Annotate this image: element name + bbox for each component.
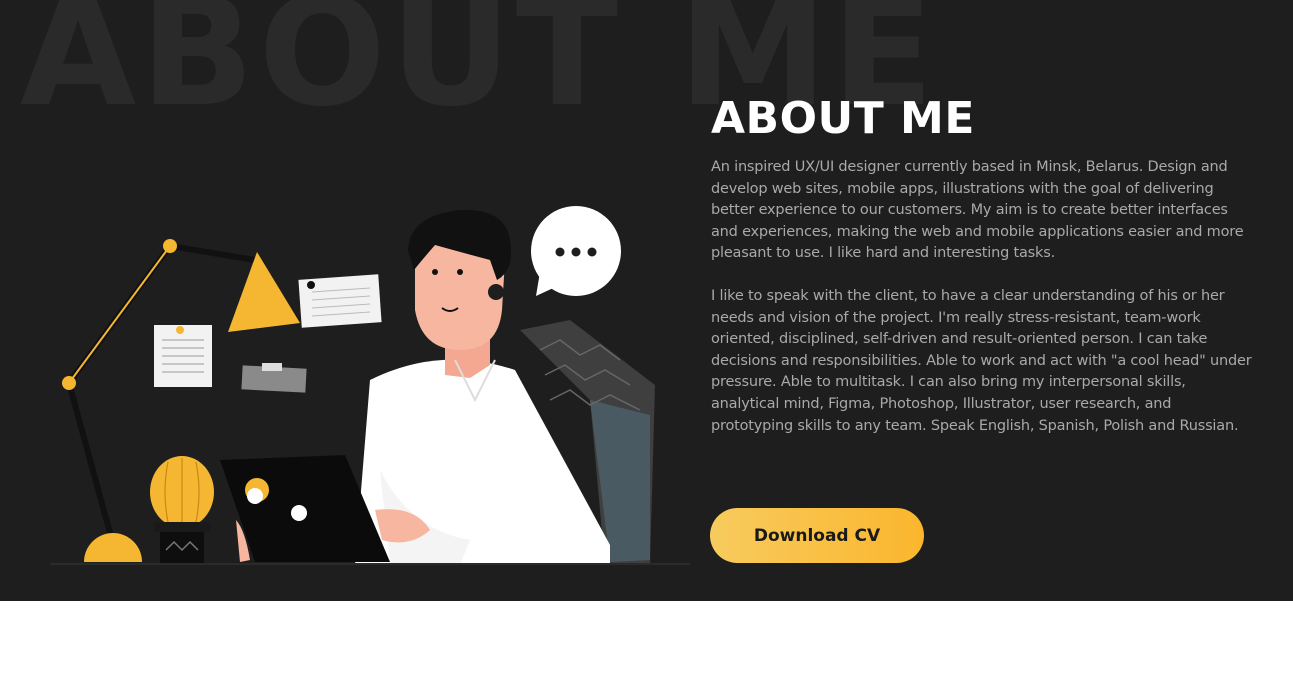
section-title: ABOUT ME [711, 93, 975, 144]
speech-bubble-icon [531, 206, 621, 296]
download-cv-button[interactable]: Download CV [710, 508, 924, 563]
about-content: ABOUT ME An inspired UX/UI designer curr… [711, 93, 1256, 437]
cactus-icon [150, 456, 214, 564]
about-section: ABOUT ME ABOUT ME An inspired UX/UI desi… [0, 0, 1293, 601]
designer-illustration [50, 206, 690, 565]
skills-paragraph: I like to speak with the client, to have… [711, 287, 1252, 434]
intro-paragraph: An inspired UX/UI designer currently bas… [711, 159, 1244, 262]
